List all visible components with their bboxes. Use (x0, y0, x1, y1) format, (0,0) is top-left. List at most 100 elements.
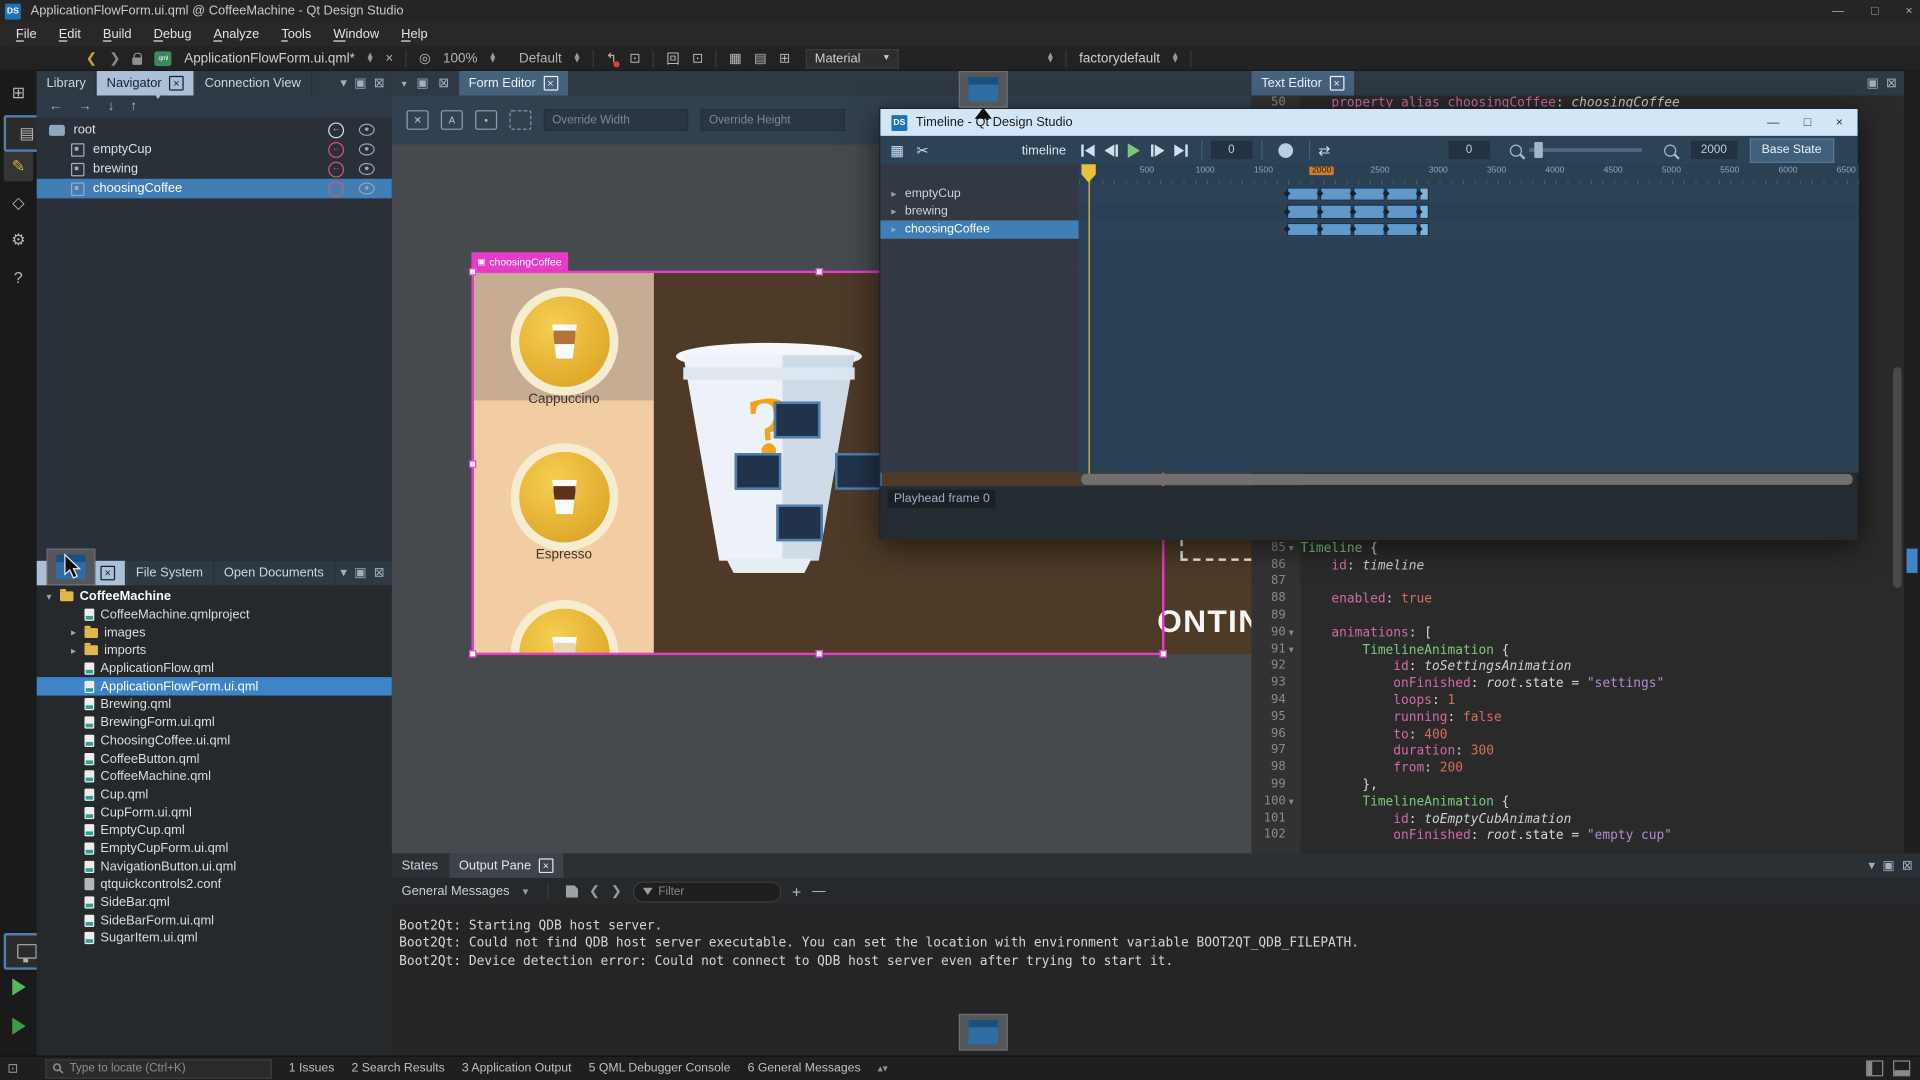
menu-item-build[interactable]: Build (92, 27, 143, 42)
style-dropdown[interactable]: Default (519, 51, 562, 66)
minimize-button[interactable]: — (1832, 4, 1844, 17)
maximize-button[interactable]: □ (1871, 4, 1878, 17)
timeline-ruler[interactable]: 5001000150020002500300035004000450050005… (1079, 164, 1859, 185)
bordered-items-icon[interactable]: 回 (666, 48, 679, 68)
file-row-CoffeeMachine.qml[interactable]: CoffeeMachine.qml (37, 768, 392, 786)
tab-library[interactable]: Library (37, 71, 97, 95)
close-tab-icon[interactable]: × (538, 858, 553, 873)
base-state-button[interactable]: Base State (1749, 138, 1833, 162)
material-dropdown[interactable]: Material▼ (806, 48, 899, 68)
file-row-Brewing.qml[interactable]: Brewing.qml (37, 696, 392, 714)
nav-left-icon[interactable]: ← (49, 99, 62, 114)
track-lane[interactable] (1079, 220, 1859, 238)
panel-menu-icon[interactable]: ▾ (340, 76, 346, 91)
list-view-icon[interactable]: ▤ (754, 50, 767, 66)
status-pane-6[interactable]: 6 General Messages (748, 1062, 861, 1075)
filter-icon[interactable] (153, 99, 163, 114)
file-row-CupForm.ui.qml[interactable]: CupForm.ui.qml (37, 804, 392, 822)
menu-item-analyze[interactable]: Analyze (203, 27, 271, 42)
sugar-tile[interactable] (835, 453, 882, 490)
file-row-qtquickcontrols2.conf[interactable]: qtquickcontrols2.conf (37, 876, 392, 894)
override-height-field[interactable]: Override Height (700, 109, 844, 131)
keyframe-section[interactable] (1287, 204, 1319, 218)
menu-item-help[interactable]: Help (390, 27, 439, 42)
timeline-track-emptyCup[interactable]: ▸emptyCup (880, 185, 1078, 203)
debug-mode-icon[interactable]: ◇ (4, 189, 33, 218)
channel-dropdown-arrow-icon[interactable]: ▼ (521, 886, 531, 897)
close-panel-icon[interactable]: ⊠ (1902, 858, 1913, 873)
split-panel-icon[interactable]: ▣ (354, 76, 366, 91)
loop-playback-icon[interactable]: ⇄ (1318, 141, 1330, 158)
lock-icon[interactable] (133, 57, 143, 64)
keyframe-section[interactable] (1353, 204, 1385, 218)
file-row-ApplicationFlow.qml[interactable]: ApplicationFlow.qml (37, 660, 392, 678)
keyframe-section[interactable] (1386, 187, 1418, 201)
menu-item-edit[interactable]: Edit (48, 27, 92, 42)
close-tab-icon[interactable]: × (100, 566, 115, 581)
override-width-field[interactable]: Override Width (544, 109, 688, 131)
keyframe-section[interactable] (1386, 204, 1418, 218)
design-mode-icon[interactable]: ✎ (4, 152, 33, 181)
status-pane-2[interactable]: 2 Search Results (352, 1062, 445, 1075)
visibility-eye-icon[interactable] (359, 143, 375, 155)
keyframe-section[interactable] (1320, 204, 1352, 218)
timeline-track-choosingCoffee[interactable]: ▸choosingCoffee (880, 220, 1078, 238)
expand-icon[interactable]: ▸ (69, 645, 79, 656)
expand-icon[interactable]: ▾ (44, 591, 54, 602)
status-pane-3[interactable]: 3 Application Output (462, 1062, 572, 1075)
zoom-dropdown-arrows-icon[interactable]: ▲▼ (489, 53, 497, 63)
export-toggle-icon[interactable]: ← (328, 122, 344, 138)
tools-icon[interactable]: ⚙ (4, 225, 33, 254)
channel-dropdown[interactable]: General Messages (402, 884, 510, 899)
prev-item-icon[interactable]: ❮ (589, 884, 600, 899)
keyframe-section[interactable] (1353, 222, 1385, 236)
timeline-maximize-button[interactable]: □ (1804, 116, 1811, 129)
move-down-icon[interactable]: ↓ (108, 99, 115, 114)
close-tab-icon[interactable]: × (1329, 76, 1344, 91)
previous-keyframe-button[interactable] (1099, 140, 1122, 160)
keyframe-section[interactable] (1386, 222, 1418, 236)
annotation-marker[interactable] (1907, 549, 1918, 573)
project-root-row[interactable]: ▾CoffeeMachine (37, 588, 392, 606)
keyframe-section[interactable] (1287, 222, 1319, 236)
tab-navigator[interactable]: Navigator× (97, 71, 195, 95)
export-state-icon[interactable]: ↰ (606, 50, 617, 66)
sugar-tile[interactable] (735, 453, 782, 490)
timeline-track-lanes[interactable] (1079, 185, 1859, 473)
fold-arrow-icon[interactable]: ▼ (1287, 629, 1295, 638)
menu-item-debug[interactable]: Debug (143, 27, 203, 42)
zoom-out-icon[interactable]: — (812, 884, 825, 899)
fold-arrow-icon[interactable]: ▼ (1287, 646, 1295, 655)
zoom-in-icon[interactable]: + (792, 882, 801, 900)
visibility-eye-icon[interactable] (359, 163, 375, 175)
animation-curve-icon[interactable]: ✂ (916, 141, 928, 158)
frame-icon[interactable]: ⊡ (629, 50, 640, 66)
latte-icon[interactable] (511, 600, 619, 654)
track-lane[interactable] (1079, 185, 1859, 203)
fold-arrow-icon[interactable]: ▼ (1287, 798, 1295, 807)
continue-button-text[interactable]: ONTINUE (1157, 602, 1251, 641)
split-panel-icon[interactable]: ▣ (1866, 76, 1878, 91)
file-row-SideBar.qml[interactable]: SideBar.qml (37, 893, 392, 911)
content-items-icon[interactable]: ⊡ (692, 50, 703, 66)
live-preview-icon[interactable]: ◎ (419, 50, 431, 66)
split-view-icon[interactable]: ⊞ (779, 50, 790, 66)
tab-states[interactable]: States (392, 853, 449, 877)
expand-icon[interactable]: ▸ (889, 224, 899, 235)
close-panel-icon[interactable]: ⊠ (438, 76, 449, 91)
coffee-menu-strip[interactable]: Cappuccino Espresso (474, 272, 654, 654)
track-lane[interactable] (1079, 203, 1859, 221)
split-panel-icon[interactable]: ▣ (354, 566, 366, 581)
play-button[interactable] (1122, 140, 1145, 160)
welcome-grid-icon[interactable]: ⊞ (4, 78, 33, 107)
grid-view-icon[interactable]: ▦ (729, 50, 742, 66)
timeline-scrollbar[interactable] (1081, 474, 1852, 485)
jump-to-end-button[interactable] (1169, 140, 1192, 160)
no-snapping-icon[interactable]: ✕ (407, 110, 429, 130)
timeline-title-bar[interactable]: DS Timeline - Qt Design Studio — □ × (880, 109, 1857, 136)
open-file-dropdown[interactable]: ApplicationFlowForm.ui.qml* (184, 51, 355, 66)
cappuccino-icon[interactable] (511, 288, 619, 396)
navigator-item-emptyCup[interactable]: emptyCup← (37, 140, 392, 160)
toggle-bottom-pane-icon[interactable] (1893, 1060, 1910, 1076)
close-button[interactable]: × (1905, 4, 1912, 17)
